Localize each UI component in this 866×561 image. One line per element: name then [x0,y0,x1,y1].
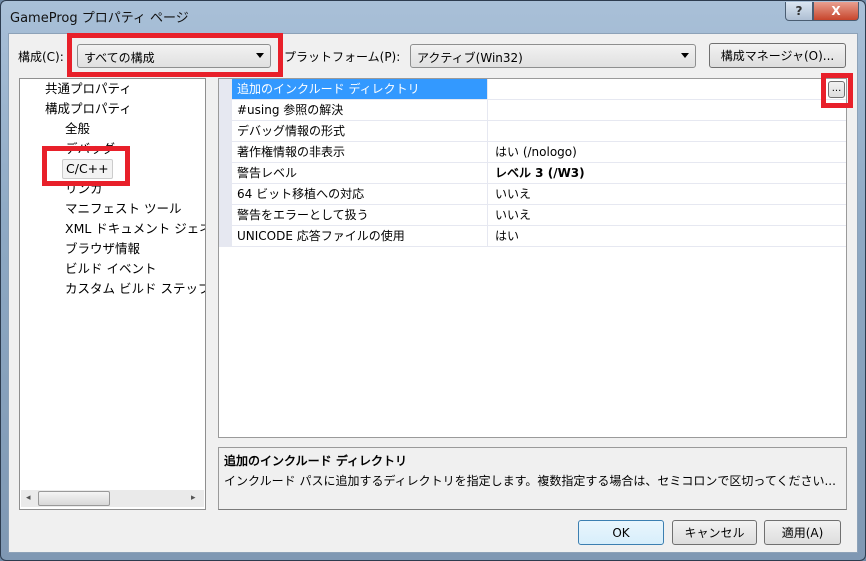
row-name: 警告レベル [232,163,488,183]
horizontal-scrollbar[interactable]: ◂ ▸ [21,490,204,507]
chevron-down-icon [681,53,689,58]
grid-row[interactable]: 警告レベル レベル 3 (/W3) [232,163,846,184]
grid-gutter [219,79,232,247]
apply-button[interactable]: 適用(A) [764,520,841,545]
grid-row[interactable]: UNICODE 応答ファイルの使用 はい [232,226,846,247]
ok-button[interactable]: OK [578,520,664,545]
grid-row[interactable]: 警告をエラーとして扱う いいえ [232,205,846,226]
row-name: デバッグ情報の形式 [232,121,488,141]
chevron-down-icon [256,53,264,58]
description-panel: 追加のインクルード ディレクトリ インクルード パスに追加するディレクトリを指定… [218,447,847,510]
property-tree: 共通プロパティ 構成プロパティ 全般 デバッグ C/C++ リンカ マニフェスト… [19,78,206,510]
grid-row[interactable]: 64 ビット移植への対応 いいえ [232,184,846,205]
config-label: 構成(C): [18,50,64,64]
help-button[interactable]: ? [785,2,813,21]
platform-label: プラットフォーム(P): [284,50,401,64]
cancel-button[interactable]: キャンセル [672,520,757,545]
row-name: #using 参照の解決 [232,100,488,120]
row-value: はい [495,229,520,243]
tree-item-cpp[interactable]: C/C++ [62,159,113,179]
description-text: インクルード パスに追加するディレクトリを指定します。複数指定する場合は、セミコ… [224,474,836,488]
row-name: 追加のインクルード ディレクトリ [232,79,488,99]
tree-item-manifest[interactable]: マニフェスト ツール [65,199,181,219]
platform-value: アクティブ(Win32) [417,51,523,65]
row-value: はい (/nologo) [495,145,577,159]
scrollbar-thumb[interactable] [38,491,110,506]
tree-item-custom-build[interactable]: カスタム ビルド ステップ [65,279,205,299]
row-value: いいえ [495,208,532,222]
scroll-left-icon[interactable]: ◂ [26,493,31,503]
row-name: 著作権情報の非表示 [232,142,488,162]
close-button[interactable]: X [813,2,859,21]
config-value: すべての構成 [84,51,155,65]
grid-row[interactable]: #using 参照の解決 [232,100,846,121]
tree-item-general[interactable]: 全般 [65,119,90,139]
grid-row[interactable]: 著作権情報の非表示 はい (/nologo) [232,142,846,163]
scroll-right-icon[interactable]: ▸ [191,493,196,503]
ellipsis-button[interactable]: ... [828,81,845,98]
row-name: 警告をエラーとして扱う [232,205,488,225]
tree-item-xml[interactable]: XML ドキュメント ジェネ [65,219,205,239]
row-value: レベル 3 (/W3) [495,166,585,180]
config-manager-button[interactable]: 構成マネージャ(O)... [709,43,846,68]
window-title: GameProg プロパティ ページ [10,11,189,26]
row-value: いいえ [495,187,532,201]
grid-row[interactable]: 追加のインクルード ディレクトリ [232,79,846,100]
row-name: 64 ビット移植への対応 [232,184,488,204]
tree-item-browse[interactable]: ブラウザ情報 [65,239,140,259]
config-combo[interactable]: すべての構成 [77,44,271,68]
tree-item-common[interactable]: 共通プロパティ [45,79,132,99]
grid-row[interactable]: デバッグ情報の形式 [232,121,846,142]
tree-item-debug[interactable]: デバッグ [65,139,115,159]
tree-item-config[interactable]: 構成プロパティ [45,99,132,119]
tree-item-build-events[interactable]: ビルド イベント [65,259,156,279]
description-title: 追加のインクルード ディレクトリ [224,454,407,468]
platform-combo[interactable]: アクティブ(Win32) [410,44,696,68]
tree-item-linker[interactable]: リンカ [65,179,103,199]
property-grid: 追加のインクルード ディレクトリ #using 参照の解決 デバッグ情報の形式 … [218,78,847,438]
row-name: UNICODE 応答ファイルの使用 [232,226,488,246]
